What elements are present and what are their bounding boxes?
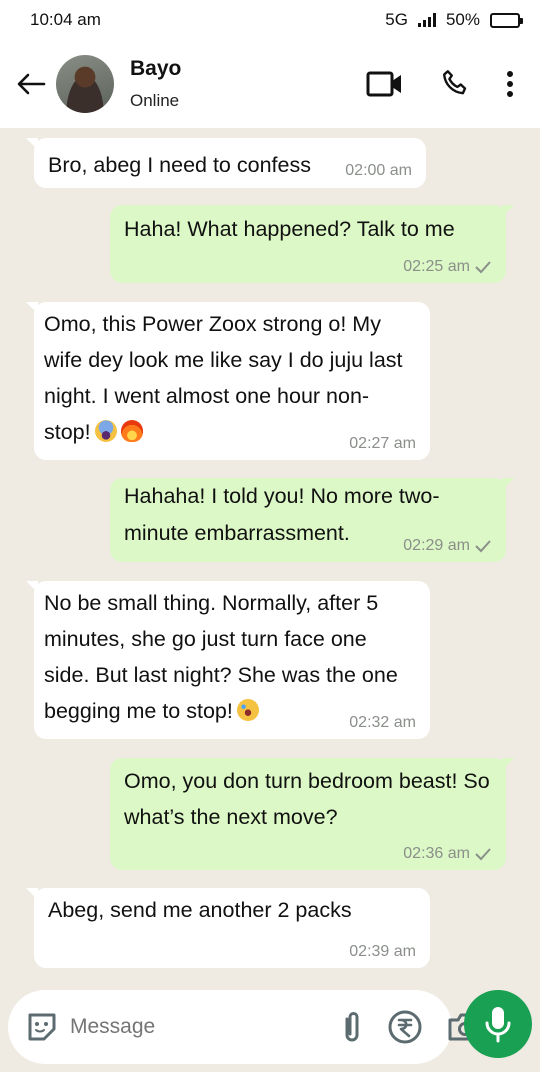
fire-emoji xyxy=(120,420,143,442)
status-indicators: 5G 50% xyxy=(385,10,523,30)
more-vertical-icon xyxy=(507,71,513,97)
message-time: 02:36 am xyxy=(403,845,470,862)
message-time: 02:00 am xyxy=(345,162,412,179)
more-options-button[interactable] xyxy=(490,59,530,109)
attach-button[interactable] xyxy=(341,1007,363,1047)
voice-record-button[interactable] xyxy=(464,990,532,1058)
message-time: 02:29 am xyxy=(403,537,470,554)
contact-info[interactable]: Bayo Online xyxy=(130,57,350,111)
paperclip-icon xyxy=(345,1012,359,1042)
video-camera-icon xyxy=(366,71,401,97)
message-outgoing[interactable]: Hahaha! I told you! No more two-minute e… xyxy=(110,478,514,562)
message-text: Omo, this Power Zoox strong o! My wife d… xyxy=(44,312,403,444)
message-time: 02:27 am xyxy=(349,435,416,452)
message-text: Haha! What happened? Talk to me xyxy=(124,217,455,241)
rupee-icon xyxy=(388,1010,422,1044)
contact-status: Online xyxy=(130,91,180,110)
sent-check-icon xyxy=(475,848,491,861)
video-call-button[interactable] xyxy=(350,59,420,109)
battery-icon xyxy=(490,12,523,28)
message-outgoing[interactable]: Omo, you don turn bedroom beast! So what… xyxy=(110,758,514,870)
message-text: Abeg, send me another 2 packs xyxy=(48,898,352,922)
message-time: 02:32 am xyxy=(349,714,416,731)
status-bar: 10:04 am 5G 50% xyxy=(0,0,540,40)
sticker-icon xyxy=(28,1013,56,1041)
arrow-left-icon xyxy=(17,73,46,95)
message-incoming[interactable]: No be small thing. Normally, after 5 min… xyxy=(26,581,430,739)
message-input[interactable] xyxy=(70,1015,341,1039)
message-list[interactable]: Bro, abeg I need to confess 02:00 am Hah… xyxy=(0,128,540,988)
signal-icon xyxy=(417,13,436,27)
contact-name: Bayo xyxy=(130,57,182,80)
message-text: Omo, you don turn bedroom beast! So what… xyxy=(124,769,490,829)
avatar[interactable] xyxy=(56,55,114,113)
microphone-icon xyxy=(485,1007,511,1043)
status-time: 10:04 am xyxy=(30,10,101,29)
back-button[interactable] xyxy=(6,59,56,109)
rolling-laughing-emoji xyxy=(236,699,259,721)
voice-call-button[interactable] xyxy=(420,59,490,109)
header-actions xyxy=(350,59,530,109)
message-outgoing[interactable]: Haha! What happened? Talk to me 02:25 am xyxy=(110,205,514,283)
message-incoming[interactable]: Abeg, send me another 2 packs 02:39 am xyxy=(26,888,430,968)
message-incoming[interactable]: Bro, abeg I need to confess 02:00 am xyxy=(26,138,426,188)
network-label: 5G xyxy=(385,10,408,29)
sent-check-icon xyxy=(475,261,491,274)
battery-label: 50% xyxy=(445,10,480,29)
message-text: No be small thing. Normally, after 5 min… xyxy=(44,591,398,723)
sent-check-icon xyxy=(475,540,491,553)
message-time: 02:25 am xyxy=(403,258,470,275)
chat-header: Bayo Online xyxy=(0,40,540,128)
message-incoming[interactable]: Omo, this Power Zoox strong o! My wife d… xyxy=(26,302,430,460)
phone-icon xyxy=(443,70,467,95)
message-composer xyxy=(8,990,482,1064)
message-time: 02:39 am xyxy=(349,943,416,960)
payment-button[interactable] xyxy=(387,1007,423,1047)
sticker-button[interactable] xyxy=(24,1007,60,1047)
scared-face-emoji xyxy=(94,420,117,442)
